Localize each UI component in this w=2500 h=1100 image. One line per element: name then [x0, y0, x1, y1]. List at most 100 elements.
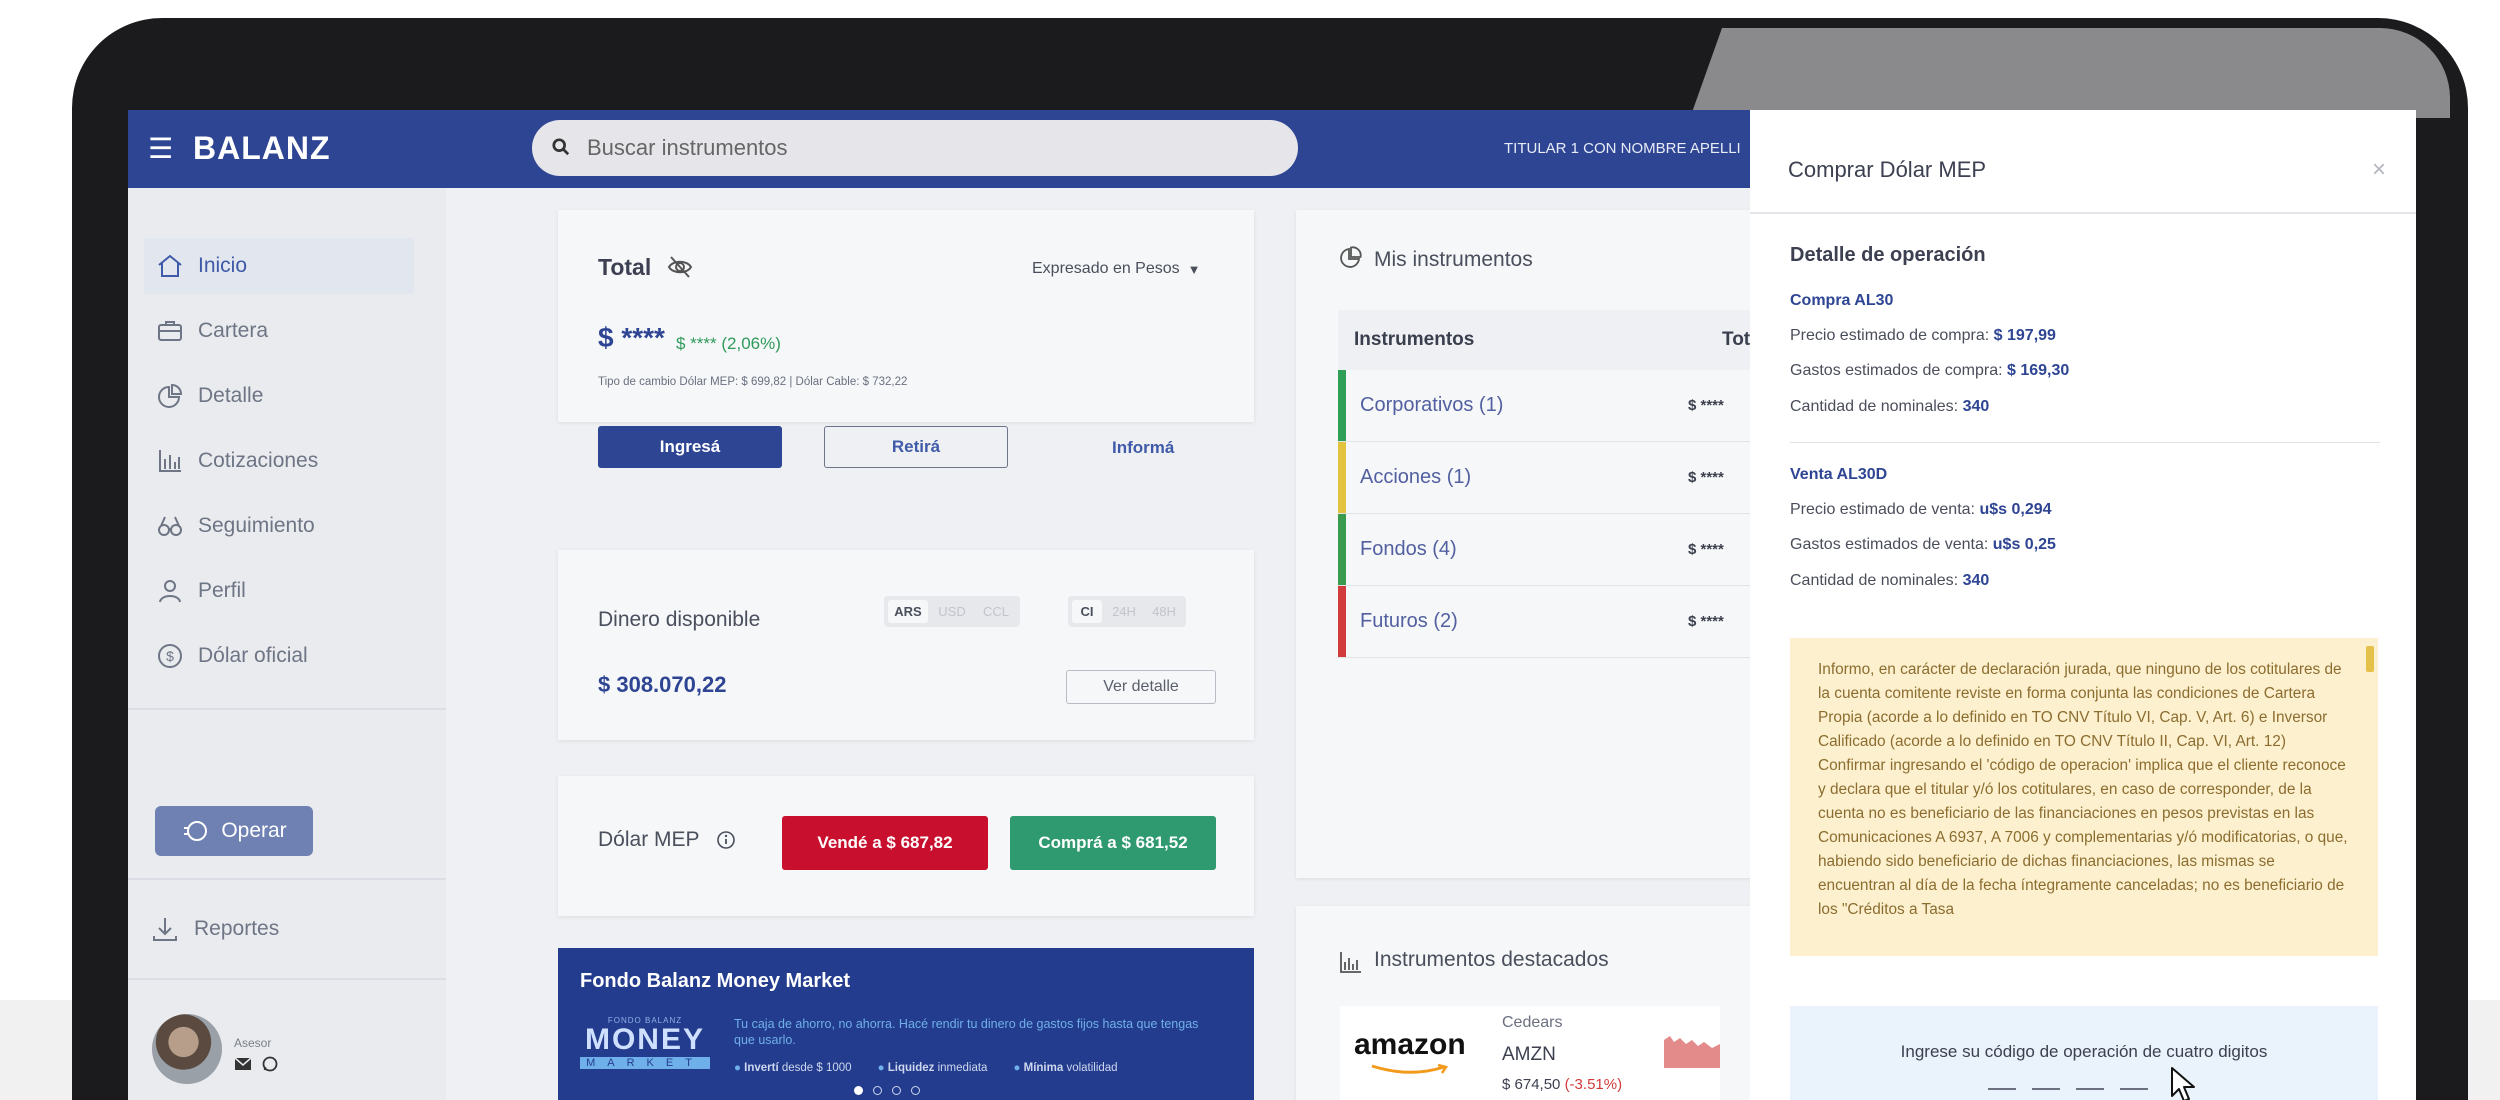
bar-chart-icon	[159, 450, 181, 472]
declaration-scrollbar[interactable]	[2366, 646, 2374, 672]
logo-sub: MARKET	[580, 1057, 710, 1069]
compra-precio: Precio estimado de compra: $ 197,99	[1790, 327, 2056, 344]
featured-item[interactable]: amazon Cedears AMZN $ 674,50 (-3.51%)	[1340, 1006, 1720, 1100]
ver-detalle-button[interactable]: Ver detalle	[1066, 670, 1216, 704]
user-name[interactable]: TITULAR 1 CON NOMBRE APELLI	[1504, 140, 1741, 157]
compra-button[interactable]: Comprá a $ 681,52	[1010, 816, 1216, 870]
search-bar[interactable]	[532, 120, 1298, 176]
sidebar-divider	[128, 878, 446, 880]
category-color-bar	[1338, 442, 1346, 513]
logo-main: MONEY	[584, 1023, 705, 1056]
tab-ccl[interactable]: CCL	[976, 600, 1016, 623]
pie-chart-icon	[158, 383, 183, 408]
briefcase-icon	[158, 321, 182, 341]
featured-change: (-3.51%)	[1564, 1076, 1623, 1093]
mail-icon[interactable]	[234, 1056, 252, 1072]
compra-gastos: Gastos estimados de compra: $ 169,30	[1790, 362, 2070, 379]
advisor-avatar	[152, 1014, 222, 1084]
close-icon[interactable]: ×	[2372, 156, 2386, 184]
vende-button[interactable]: Vendé a $ 687,82	[782, 816, 988, 870]
sidebar-item-seguimiento[interactable]: Seguimiento	[144, 498, 414, 554]
declaration-box[interactable]: Informo, en carácter de declaración jura…	[1790, 638, 2378, 956]
home-icon	[158, 254, 182, 277]
informa-link[interactable]: Informá	[1112, 438, 1174, 458]
featured-price: $ 674,50 (-3.51%)	[1502, 1076, 1623, 1093]
table-row[interactable]: Acciones (1) $ ****	[1338, 442, 1758, 514]
sidebar-item-label: Detalle	[198, 384, 264, 407]
dolar-mep-card: Dólar MEP Vendé a $ 687,82 Comprá a $ 68…	[558, 776, 1254, 916]
benefit-item: ● Invertí desde $ 1000	[734, 1062, 852, 1074]
screen-glare	[1690, 28, 2450, 118]
row-amount: $ ****	[1688, 613, 1724, 630]
carousel-dot[interactable]	[873, 1086, 882, 1095]
eye-off-icon[interactable]	[666, 254, 694, 280]
banner-title: Fondo Balanz Money Market	[580, 970, 851, 992]
dinero-amount: $ 308.070,22	[598, 672, 727, 697]
pie-chart-icon	[1340, 246, 1362, 268]
sidebar-item-detalle[interactable]: Detalle	[144, 368, 414, 424]
whatsapp-icon[interactable]	[262, 1056, 278, 1072]
sidebar-divider	[128, 708, 446, 710]
app-screen: ☰ BALANZ TITULAR 1 CON NOMBRE APELLI Ini…	[128, 110, 2416, 1100]
table-row[interactable]: Corporativos (1) $ ****	[1338, 370, 1758, 442]
carousel-dot[interactable]	[854, 1086, 863, 1095]
ingresa-button[interactable]: Ingresá	[598, 426, 782, 468]
currency-selector-label: Expresado en Pesos	[1032, 260, 1180, 277]
top-bar: ☰ BALANZ TITULAR 1 CON NOMBRE APELLI	[128, 110, 1750, 188]
sidebar-item-label: Dólar oficial	[198, 644, 308, 667]
modal-divider	[1790, 442, 2380, 443]
money-market-banner[interactable]: Fondo Balanz Money Market FONDO BALANZ M…	[558, 948, 1254, 1100]
info-icon[interactable]	[716, 830, 736, 850]
sidebar-item-label: Inicio	[198, 254, 248, 277]
tab-ci[interactable]: CI	[1072, 600, 1102, 623]
code-digit-slot[interactable]	[2032, 1088, 2060, 1090]
carousel-dots	[854, 1086, 920, 1095]
currency-tabs: ARS USD CCL	[884, 596, 1020, 627]
carousel-dot[interactable]	[911, 1086, 920, 1095]
dinero-card: Dinero disponible ARS USD CCL CI 24H 48H…	[558, 550, 1254, 740]
carousel-dot[interactable]	[892, 1086, 901, 1095]
sidebar: Inicio Cartera Detalle Cotizaciones Segu…	[128, 188, 446, 1100]
venta-cantidad: Cantidad de nominales: 340	[1790, 572, 1990, 589]
featured-title: Instrumentos destacados	[1374, 948, 1609, 971]
row-label: Futuros (2)	[1360, 610, 1458, 632]
code-digit-slot[interactable]	[2076, 1088, 2104, 1090]
sidebar-item-cotizaciones[interactable]: Cotizaciones	[144, 433, 414, 489]
row-label: Fondos (4)	[1360, 538, 1457, 560]
sidebar-item-perfil[interactable]: Perfil	[144, 563, 414, 619]
operar-button[interactable]: Operar	[155, 806, 313, 856]
total-amount: $ ****	[598, 322, 665, 353]
tab-ars[interactable]: ARS	[888, 600, 928, 623]
sidebar-item-inicio[interactable]: Inicio	[144, 238, 414, 294]
code-digit-slot[interactable]	[2120, 1088, 2148, 1090]
retira-button[interactable]: Retirá	[824, 426, 1008, 468]
code-input[interactable]	[1988, 1088, 2148, 1090]
banner-benefits: ● Invertí desde $ 1000 ● Liquidez inmedi…	[734, 1062, 1118, 1074]
sparkline	[1664, 1036, 1720, 1068]
reportes-link[interactable]: Reportes	[150, 914, 279, 944]
currency-selector[interactable]: Expresado en Pesos ▼	[1032, 260, 1201, 278]
sidebar-item-dolar-oficial[interactable]: $ Dólar oficial	[144, 628, 414, 684]
benefit-item: ● Mínima volatilidad	[1013, 1062, 1118, 1074]
total-change: $ **** (2,06%)	[676, 334, 781, 353]
code-label: Ingrese su código de operación de cuatro…	[1900, 1042, 2268, 1061]
benefit-item: ● Liquidez inmediata	[877, 1062, 988, 1074]
tab-24h[interactable]: 24H	[1106, 600, 1142, 623]
declaration-text: Informo, en carácter de declaración jura…	[1818, 661, 2348, 918]
tab-48h[interactable]: 48H	[1146, 600, 1182, 623]
sidebar-item-label: Cartera	[198, 319, 269, 342]
tab-usd[interactable]: USD	[932, 600, 972, 623]
table-row[interactable]: Futuros (2) $ ****	[1338, 586, 1758, 658]
sidebar-divider	[128, 978, 446, 980]
table-row[interactable]: Fondos (4) $ ****	[1338, 514, 1758, 586]
search-input[interactable]	[587, 130, 1277, 166]
app-logo[interactable]: BALANZ	[193, 130, 331, 167]
mouse-cursor-icon	[2171, 1067, 2195, 1100]
sidebar-item-cartera[interactable]: Cartera	[144, 303, 414, 359]
binoculars-icon	[158, 516, 182, 536]
advisor-contact	[234, 1056, 278, 1072]
row-amount: $ ****	[1688, 397, 1724, 414]
featured-category: Cedears	[1502, 1014, 1563, 1031]
code-digit-slot[interactable]	[1988, 1088, 2016, 1090]
menu-icon[interactable]: ☰	[148, 132, 173, 165]
